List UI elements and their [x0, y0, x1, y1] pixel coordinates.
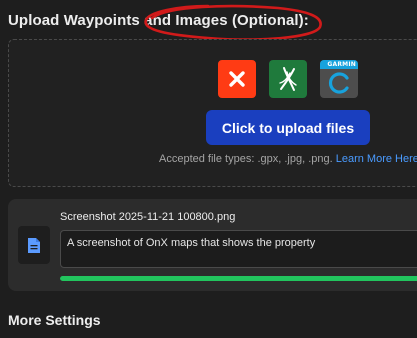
clear-source-button[interactable]	[218, 60, 256, 98]
uploaded-file-name: Screenshot 2025-11-21 100800.png	[60, 211, 236, 223]
garmin-import-button[interactable]: GARMIN	[320, 60, 358, 98]
document-icon	[28, 237, 40, 253]
section-title: Upload Waypoints and Images (Optional):	[8, 12, 309, 29]
onx-import-button[interactable]	[269, 60, 307, 98]
upload-progress-bar	[60, 276, 417, 281]
upload-progress-fill	[60, 276, 417, 281]
learn-more-link[interactable]: Learn More Here	[336, 153, 417, 165]
file-thumbnail	[18, 226, 50, 264]
x-icon	[229, 71, 245, 87]
accepted-types-text: Accepted file types: .gpx, .jpg, .png.	[159, 153, 333, 165]
garmin-logo-icon	[328, 72, 349, 94]
file-description-input[interactable]: A screenshot of OnX maps that shows the …	[60, 230, 417, 268]
accepted-file-types: Accepted file types: .gpx, .jpg, .png. L…	[159, 153, 417, 165]
upload-files-button[interactable]: Click to upload files	[206, 110, 370, 145]
more-settings-title[interactable]: More Settings	[8, 312, 101, 328]
onx-logo-icon	[279, 67, 297, 91]
garmin-brand-text: GARMIN	[320, 60, 358, 69]
upload-page: Upload Waypoints and Images (Optional): …	[0, 0, 417, 338]
